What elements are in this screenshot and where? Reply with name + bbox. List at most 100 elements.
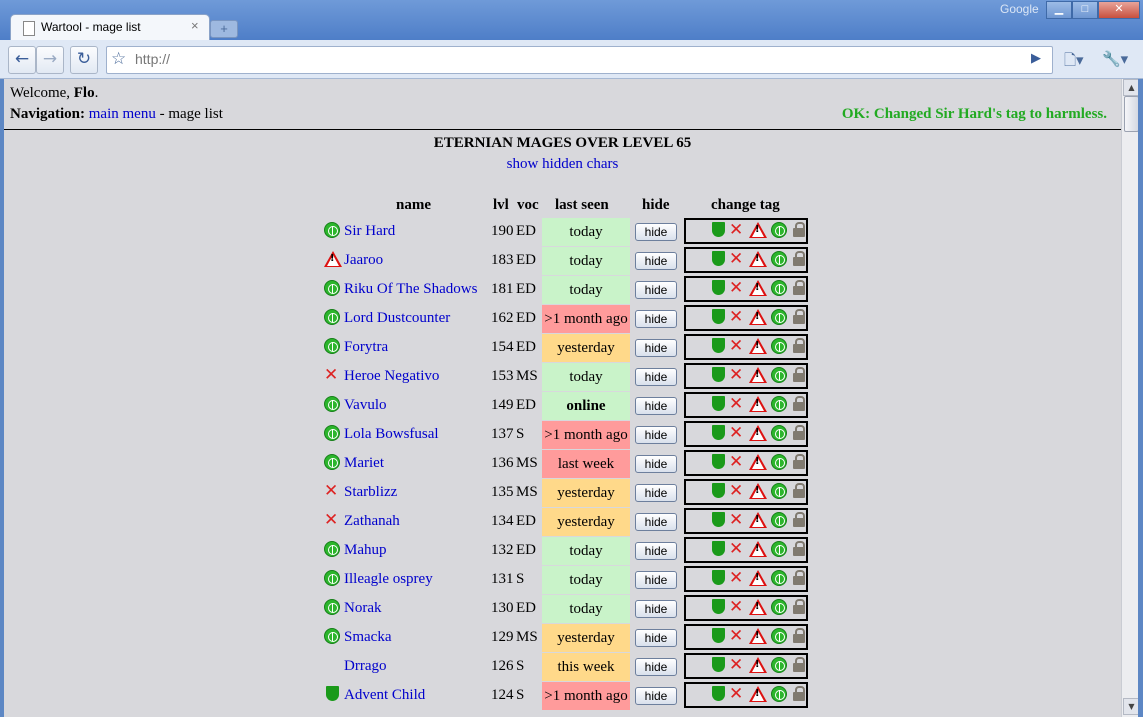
main-menu-link[interactable]: main menu — [89, 106, 156, 122]
hide-button[interactable]: hide — [635, 658, 677, 676]
character-name-link[interactable]: Riku Of The Shadows — [344, 281, 477, 298]
hide-button[interactable]: hide — [635, 600, 677, 618]
tag-friend-shield-button[interactable] — [710, 512, 727, 530]
tag-lock-button[interactable] — [791, 309, 808, 327]
tag-warning-button[interactable] — [749, 222, 767, 240]
hide-button[interactable]: hide — [635, 687, 677, 705]
hide-button[interactable]: hide — [635, 426, 677, 444]
tag-warning-button[interactable] — [749, 628, 767, 646]
tag-enemy-cross-button[interactable]: ✕ — [729, 367, 746, 385]
tag-harmless-peace-button[interactable] — [771, 309, 788, 327]
tag-enemy-cross-button[interactable]: ✕ — [729, 483, 746, 501]
tag-enemy-cross-button[interactable]: ✕ — [729, 628, 746, 646]
tag-lock-button[interactable] — [791, 367, 808, 385]
tag-lock-button[interactable] — [791, 483, 808, 501]
bookmark-star-icon[interactable]: ☆ — [111, 49, 126, 69]
character-name-link[interactable]: Drrago — [344, 658, 386, 675]
tag-lock-button[interactable] — [791, 570, 808, 588]
tag-warning-button[interactable] — [749, 454, 767, 472]
tag-friend-shield-button[interactable] — [710, 396, 727, 414]
tag-warning-button[interactable] — [749, 338, 767, 356]
tag-friend-shield-button[interactable] — [710, 599, 727, 617]
character-name-link[interactable]: Norak — [344, 600, 382, 617]
tag-enemy-cross-button[interactable]: ✕ — [729, 309, 746, 327]
character-name-link[interactable]: Smacka — [344, 629, 391, 646]
vertical-scrollbar[interactable]: ▲ ▼ — [1121, 79, 1140, 717]
tag-friend-shield-button[interactable] — [710, 425, 727, 443]
tag-warning-button[interactable] — [749, 425, 767, 443]
scroll-thumb[interactable] — [1124, 96, 1139, 132]
tag-warning-button[interactable] — [749, 541, 767, 559]
tag-warning-button[interactable] — [749, 483, 767, 501]
tag-warning-button[interactable] — [749, 367, 767, 385]
tag-lock-button[interactable] — [791, 454, 808, 472]
tag-lock-button[interactable] — [791, 628, 808, 646]
tag-harmless-peace-button[interactable] — [771, 628, 788, 646]
character-name-link[interactable]: Sir Hard — [344, 223, 395, 240]
character-name-link[interactable]: Vavulo — [344, 397, 387, 414]
hide-button[interactable]: hide — [635, 513, 677, 531]
tag-enemy-cross-button[interactable]: ✕ — [729, 657, 746, 675]
tag-warning-button[interactable] — [749, 512, 767, 530]
close-window-button[interactable]: ✕ — [1098, 1, 1140, 19]
tag-harmless-peace-button[interactable] — [771, 686, 788, 704]
tag-harmless-peace-button[interactable] — [771, 338, 788, 356]
tag-friend-shield-button[interactable] — [710, 686, 727, 704]
maximize-button[interactable]: □ — [1072, 1, 1098, 19]
tag-harmless-peace-button[interactable] — [771, 512, 788, 530]
tag-warning-button[interactable] — [749, 599, 767, 617]
tag-friend-shield-button[interactable] — [710, 570, 727, 588]
browser-tab[interactable]: Wartool - mage list × — [10, 14, 210, 41]
character-name-link[interactable]: Mahup — [344, 542, 387, 559]
tag-friend-shield-button[interactable] — [710, 483, 727, 501]
tag-warning-button[interactable] — [749, 251, 767, 269]
tag-warning-button[interactable] — [749, 280, 767, 298]
tag-harmless-peace-button[interactable] — [771, 425, 788, 443]
tag-lock-button[interactable] — [791, 686, 808, 704]
hide-button[interactable]: hide — [635, 629, 677, 647]
tag-lock-button[interactable] — [791, 222, 808, 240]
tag-friend-shield-button[interactable] — [710, 222, 727, 240]
tag-lock-button[interactable] — [791, 599, 808, 617]
show-hidden-link[interactable]: show hidden chars — [507, 156, 619, 172]
tag-lock-button[interactable] — [791, 280, 808, 298]
hide-button[interactable]: hide — [635, 252, 677, 270]
tag-friend-shield-button[interactable] — [710, 309, 727, 327]
hide-button[interactable]: hide — [635, 397, 677, 415]
tag-enemy-cross-button[interactable]: ✕ — [729, 599, 746, 617]
character-name-link[interactable]: Starblizz — [344, 484, 397, 501]
tag-enemy-cross-button[interactable]: ✕ — [729, 686, 746, 704]
tag-lock-button[interactable] — [791, 338, 808, 356]
tag-enemy-cross-button[interactable]: ✕ — [729, 454, 746, 472]
hide-button[interactable]: hide — [635, 310, 677, 328]
tag-enemy-cross-button[interactable]: ✕ — [729, 280, 746, 298]
tag-lock-button[interactable] — [791, 251, 808, 269]
tag-friend-shield-button[interactable] — [710, 657, 727, 675]
hide-button[interactable]: hide — [635, 223, 677, 241]
character-name-link[interactable]: Lola Bowsfusal — [344, 426, 439, 443]
new-tab-button[interactable]: + — [210, 20, 238, 38]
reload-button[interactable]: ↻ — [70, 46, 98, 74]
tag-enemy-cross-button[interactable]: ✕ — [729, 570, 746, 588]
tag-harmless-peace-button[interactable] — [771, 222, 788, 240]
back-button[interactable]: ← — [8, 46, 36, 74]
tag-warning-button[interactable] — [749, 686, 767, 704]
tag-harmless-peace-button[interactable] — [771, 657, 788, 675]
tag-friend-shield-button[interactable] — [710, 628, 727, 646]
tag-enemy-cross-button[interactable]: ✕ — [729, 396, 746, 414]
tag-enemy-cross-button[interactable]: ✕ — [729, 541, 746, 559]
tag-harmless-peace-button[interactable] — [771, 570, 788, 588]
tag-harmless-peace-button[interactable] — [771, 599, 788, 617]
tag-enemy-cross-button[interactable]: ✕ — [729, 338, 746, 356]
character-name-link[interactable]: Lord Dustcounter — [344, 310, 450, 327]
tag-friend-shield-button[interactable] — [710, 541, 727, 559]
character-name-link[interactable]: Jaaroo — [344, 252, 383, 269]
tag-enemy-cross-button[interactable]: ✕ — [729, 222, 746, 240]
tag-harmless-peace-button[interactable] — [771, 483, 788, 501]
tag-friend-shield-button[interactable] — [710, 367, 727, 385]
tag-harmless-peace-button[interactable] — [771, 367, 788, 385]
hide-button[interactable]: hide — [635, 339, 677, 357]
tag-harmless-peace-button[interactable] — [771, 541, 788, 559]
tag-harmless-peace-button[interactable] — [771, 396, 788, 414]
tag-harmless-peace-button[interactable] — [771, 454, 788, 472]
